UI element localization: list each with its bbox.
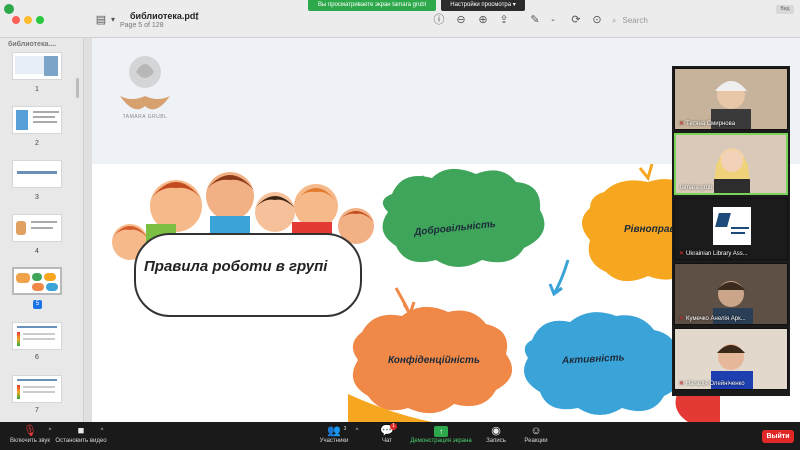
participant-name: ✕ Кумечко Анелія Арк... <box>679 316 746 322</box>
participant-video[interactable]: ✕ Тетяна Смирнова <box>674 68 788 130</box>
page-thumbnail[interactable] <box>12 375 62 403</box>
search-input[interactable]: ⌕ Search <box>612 13 732 29</box>
minimize-window-button[interactable] <box>24 16 32 24</box>
app-window: ▤ ▾ библиотека.pdf ⌄ Page 5 of 128 Вы пр… <box>0 0 800 450</box>
chevron-down-icon[interactable]: ▾ <box>106 13 120 27</box>
page-thumbnail[interactable] <box>12 214 62 242</box>
search-placeholder: Search <box>622 16 648 25</box>
video-options-chevron-icon[interactable]: ^ <box>96 428 108 434</box>
participants-count: 3 <box>343 426 347 432</box>
participant-video[interactable]: ✕ Кумечко Анелія Арк... <box>674 263 788 325</box>
participants-label: Участники <box>319 438 349 444</box>
mic-muted-icon: ✕ <box>679 316 685 322</box>
reactions-icon: ☺ <box>530 425 542 437</box>
mic-muted-icon: ✕ <box>679 251 685 257</box>
page-number: 1 <box>35 86 39 93</box>
mic-muted-icon: ✕ <box>679 121 685 127</box>
zoom-app-icon <box>4 4 14 14</box>
user-badge[interactable]: Вид <box>776 5 794 14</box>
zoom-in-icon[interactable]: ⊕ <box>476 13 490 27</box>
participants-video-panel: ✕ Тетяна Смирнова tamara grub ✕ Ukrainian … <box>672 66 790 396</box>
page-number: 7 <box>35 407 39 414</box>
sidebar-title: библиотека.... <box>8 41 57 48</box>
title-chevron-icon[interactable]: ⌄ <box>190 11 204 25</box>
tamara-grubl-logo <box>120 56 170 110</box>
stop-video-label: Остановить видео <box>55 438 107 444</box>
page-thumbnail[interactable] <box>12 322 62 350</box>
participant-video-active-speaker[interactable]: tamara grub <box>674 133 788 195</box>
participants-button[interactable]: 👥 Участники <box>304 424 364 444</box>
cloud-label-equality: Рівноправ <box>624 224 676 235</box>
view-settings-label: Настройки просмотра <box>450 2 512 8</box>
page-number: 3 <box>35 194 39 201</box>
markup-chevron-icon[interactable]: ⌄ <box>546 13 560 27</box>
share-screen-label: Демонстрация экрана <box>410 438 472 444</box>
record-label: Запись <box>486 438 506 444</box>
participant-name: tamara grub <box>680 185 713 191</box>
page-number: 6 <box>35 354 39 361</box>
mic-muted-icon: ✕ <box>679 381 685 387</box>
participant-name: ✕ Тетяна Смирнова <box>679 121 736 127</box>
zoom-out-icon[interactable]: ⊖ <box>454 13 468 27</box>
chat-label: Чат <box>382 438 392 444</box>
search-icon: ⌕ <box>612 16 617 25</box>
unmute-label: Включить звук <box>9 438 50 444</box>
view-settings-button[interactable]: Настройки просмотра ▾ <box>441 0 525 11</box>
logo-text: TAMARA GRUBL <box>122 114 168 120</box>
organization-logo <box>713 207 751 245</box>
reactions-button[interactable]: ☺ Реакции <box>506 424 566 444</box>
document-title: библиотека.pdf <box>130 11 199 21</box>
page-thumbnail-selected[interactable] <box>12 267 62 295</box>
page-thumbnail[interactable] <box>12 106 62 134</box>
rules-speech-bubble <box>134 233 362 317</box>
meeting-toolbar: 🎙 Включить звук ^ ■ Остановить видео ^ 👥… <box>0 422 800 450</box>
participant-video[interactable]: ✕ Наталія Олейніченко <box>674 328 788 390</box>
reactions-label: Реакции <box>524 438 548 444</box>
maximize-window-button[interactable] <box>36 16 44 24</box>
title-bar: ▤ ▾ библиотека.pdf ⌄ Page 5 of 128 Вы пр… <box>0 0 800 38</box>
thumbnail-sidebar: библиотека.... 1 2 3 4 5 6 7 <box>0 38 84 422</box>
markup-pen-icon[interactable]: ✎ <box>528 13 542 27</box>
participant-name: ✕ Наталія Олейніченко <box>679 381 745 387</box>
share-screen-icon: ↑ <box>434 426 448 437</box>
info-icon[interactable]: ⓘ <box>432 13 446 27</box>
sidebar-scrollbar[interactable] <box>76 78 79 98</box>
cloud-label-confidentiality: Конфіденційність <box>388 355 480 366</box>
page-thumbnail[interactable] <box>12 160 62 188</box>
rules-heading: Правила роботи в групі <box>144 258 328 275</box>
annotate-icon[interactable]: ⊙ <box>590 13 604 27</box>
page-info: Page 5 of 128 <box>120 22 164 29</box>
page-thumbnail[interactable] <box>12 52 62 80</box>
chat-unread-badge: 1 <box>390 423 397 430</box>
share-icon[interactable]: ⇪ <box>497 13 511 27</box>
page-number-selected: 5 <box>33 300 42 309</box>
rotate-icon[interactable]: ⟳ <box>569 13 583 27</box>
stop-video-button[interactable]: ■ Остановить видео <box>50 424 112 444</box>
page-number: 2 <box>35 140 39 147</box>
participant-video[interactable]: ✕ Ukrainian Library Ass... <box>674 198 788 260</box>
page-number: 4 <box>35 248 39 255</box>
participant-name: ✕ Ukrainian Library Ass... <box>679 251 748 257</box>
close-window-button[interactable] <box>12 16 20 24</box>
leave-meeting-button[interactable]: Выйти <box>762 430 794 443</box>
share-banner: Вы просматриваете экран tamara grubl <box>308 0 436 11</box>
